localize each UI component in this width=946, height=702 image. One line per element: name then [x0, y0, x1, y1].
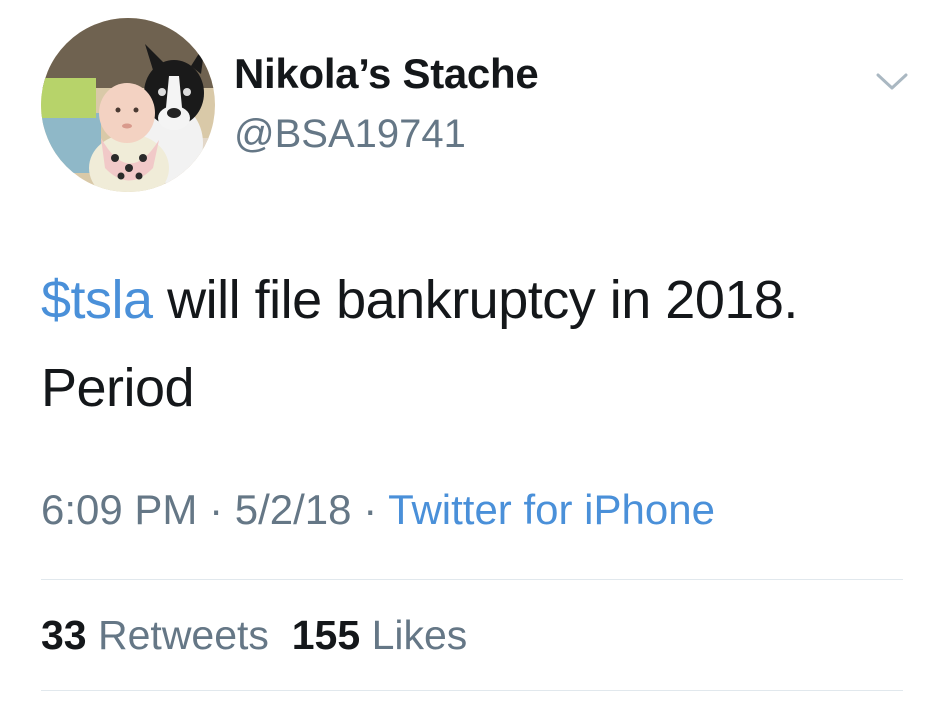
- tweet-time: 6:09 PM: [41, 486, 198, 533]
- cashtag-link[interactable]: $tsla: [41, 270, 153, 330]
- tweet-meta: 6:09 PM · 5/2/18 · Twitter for iPhone: [41, 486, 715, 534]
- avatar[interactable]: [41, 18, 215, 192]
- tweet-body: will file bankruptcy in 2018. Period: [41, 270, 798, 418]
- tweet-card: Nikola’s Stache @BSA19741 $tsla will fil…: [0, 0, 946, 702]
- divider: [41, 690, 903, 691]
- tweet-source-link[interactable]: Twitter for iPhone: [388, 486, 715, 533]
- meta-separator: ·: [351, 486, 389, 533]
- meta-separator: ·: [197, 486, 235, 533]
- retweets-stat[interactable]: 33 Retweets: [41, 612, 269, 658]
- likes-stat[interactable]: 155 Likes: [292, 612, 468, 658]
- tweet-text: $tsla will file bankruptcy in 2018. Peri…: [41, 256, 901, 432]
- likes-count: 155: [291, 612, 361, 658]
- retweets-label: Retweets: [98, 612, 269, 658]
- divider: [41, 579, 903, 580]
- tweet-stats: 33 Retweets 155 Likes: [41, 612, 467, 659]
- display-name[interactable]: Nikola’s Stache: [234, 50, 539, 98]
- chevron-down-icon[interactable]: [874, 70, 910, 94]
- retweets-count: 33: [41, 612, 87, 658]
- likes-label: Likes: [371, 612, 468, 658]
- avatar-image: [41, 18, 215, 192]
- tweet-date: 5/2/18: [234, 486, 352, 533]
- user-handle[interactable]: @BSA19741: [234, 112, 466, 157]
